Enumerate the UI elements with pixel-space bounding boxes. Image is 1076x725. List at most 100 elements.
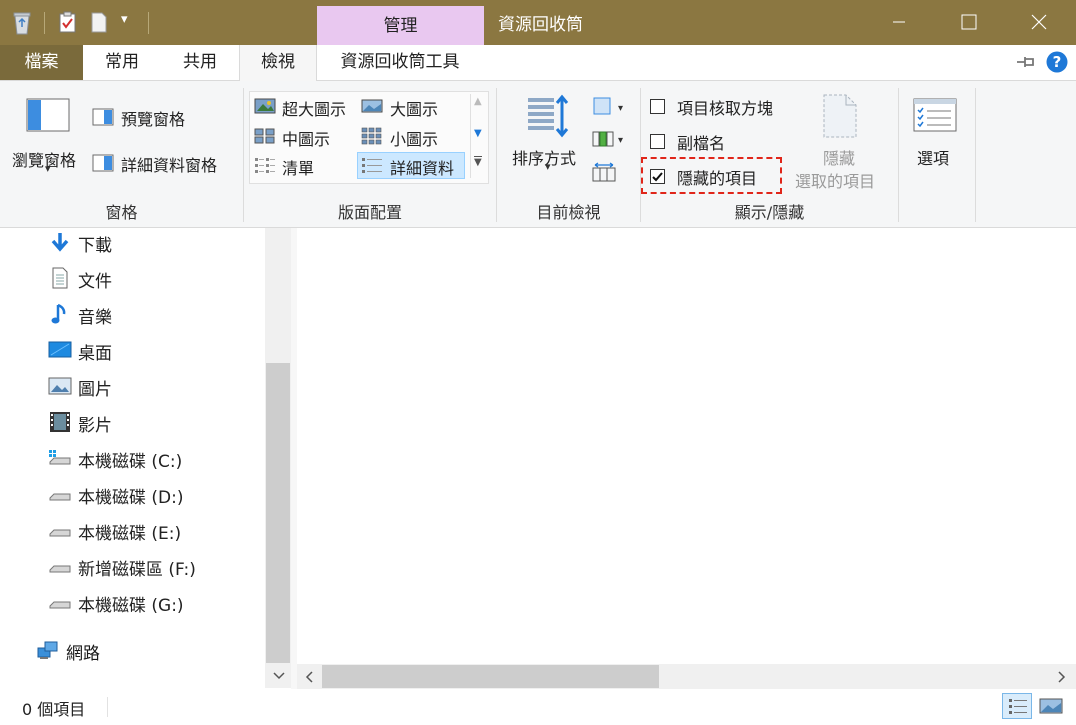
hide-selected-icon — [823, 94, 857, 138]
gallery-down-icon[interactable]: ▼ — [474, 128, 482, 139]
sort-by-button[interactable]: 排序方式 ▾ — [505, 90, 587, 190]
gallery-more-icon[interactable]: ▼ — [474, 156, 482, 168]
size-columns-button[interactable] — [592, 162, 618, 184]
new-folder-icon[interactable] — [91, 12, 107, 33]
close-icon[interactable] — [1004, 0, 1074, 45]
details-view-button[interactable] — [1002, 693, 1032, 719]
drive-icon — [49, 601, 71, 609]
nav-item-videos[interactable]: 影片 — [0, 404, 265, 440]
item-checkboxes-toggle[interactable]: 項目核取方塊 — [650, 94, 790, 118]
details-pane-label: 詳細資料窗格 — [121, 156, 218, 175]
large-icons-view-button[interactable] — [1036, 693, 1066, 719]
layout-large-icons[interactable]: 大圖示 — [359, 94, 466, 119]
properties-icon[interactable] — [59, 11, 77, 33]
tab-file[interactable]: 檔案 — [0, 45, 83, 80]
gallery-up-icon[interactable]: ▲ — [474, 96, 482, 107]
large-icons-view-icon — [1039, 698, 1063, 714]
nav-item-label: 圖片 — [78, 380, 112, 400]
add-columns-icon: ▾ — [592, 131, 623, 147]
hidden-items-label: 隱藏的項目 — [677, 169, 758, 188]
customize-qat-dropdown-icon[interactable]: ▾ — [121, 12, 128, 27]
preview-pane-label: 預覽窗格 — [121, 110, 186, 129]
recycle-bin-icon[interactable] — [10, 10, 34, 36]
small-icons-label: 小圖示 — [390, 130, 439, 149]
navigation-pane-button[interactable]: 瀏覽窗格 ▾ — [6, 90, 90, 200]
nav-item-desktop[interactable]: 桌面 — [0, 332, 265, 368]
scroll-right-icon[interactable] — [1052, 667, 1070, 687]
group-by-button[interactable]: ▾ — [592, 96, 628, 118]
nav-item-label: 本機磁碟 (E:) — [78, 524, 182, 544]
pin-ribbon-icon[interactable] — [1015, 54, 1037, 70]
file-extensions-toggle[interactable]: 副檔名 — [650, 129, 790, 153]
scroll-down-icon[interactable] — [268, 666, 290, 686]
tab-home[interactable]: 常用 — [83, 45, 161, 80]
file-list-area[interactable] — [297, 228, 1076, 664]
nav-item-drive-f[interactable]: 新增磁碟區 (F:) — [0, 548, 265, 584]
layout-list[interactable]: 清單 — [252, 153, 356, 178]
details-icon — [362, 158, 382, 173]
horizontal-scrollbar-thumb[interactable] — [322, 665, 659, 688]
nav-item-label: 本機磁碟 (D:) — [78, 488, 184, 508]
svg-text:▾: ▾ — [618, 135, 623, 146]
nav-item-label: 本機磁碟 (G:) — [78, 596, 184, 616]
add-columns-button[interactable]: ▾ — [592, 128, 628, 150]
music-icon — [51, 303, 66, 324]
hidden-items-toggle[interactable]: 隱藏的項目 — [650, 164, 775, 188]
extra-large-icons-icon — [254, 98, 276, 114]
tab-recycle-bin-tools[interactable]: 資源回收筒工具 — [316, 45, 484, 80]
hide-selected-label-1: 隱藏 — [823, 149, 856, 168]
preview-pane-icon — [92, 108, 114, 126]
nav-item-label: 下載 — [78, 236, 112, 256]
nav-item-drive-d[interactable]: 本機磁碟 (D:) — [0, 476, 265, 512]
scroll-left-icon[interactable] — [301, 667, 319, 687]
nav-item-drive-g[interactable]: 本機磁碟 (G:) — [0, 584, 265, 620]
download-icon — [51, 233, 69, 252]
nav-item-pictures[interactable]: 圖片 — [0, 368, 265, 404]
details-pane-button[interactable]: 詳細資料窗格 — [92, 150, 237, 176]
hide-selected-items-button[interactable]: 隱藏 選取的項目 — [793, 92, 889, 191]
chevron-down-icon: ▾ — [545, 160, 551, 173]
group-by-icon: ▾ — [593, 97, 623, 115]
help-icon[interactable]: ? — [1046, 51, 1068, 73]
layout-extra-large-icons[interactable]: 超大圖示 — [252, 94, 356, 119]
layout-group-label: 版面配置 — [337, 203, 402, 222]
svg-text:?: ? — [1053, 53, 1062, 71]
medium-icons-icon — [254, 128, 275, 144]
panes-group-label: 窗格 — [105, 203, 138, 222]
sort-by-label: 排序方式 — [512, 149, 577, 168]
nav-item-label: 桌面 — [78, 344, 112, 364]
details-pane-icon — [92, 154, 114, 172]
preview-pane-button[interactable]: 預覽窗格 — [92, 104, 237, 130]
checkmark-icon — [652, 172, 663, 182]
videos-icon — [50, 412, 70, 432]
nav-item-network[interactable]: 網路 — [0, 632, 265, 668]
document-icon — [52, 267, 68, 289]
large-icons-label: 大圖示 — [390, 100, 439, 119]
nav-item-drive-c[interactable]: 本機磁碟 (C:) — [0, 440, 265, 476]
layout-details[interactable]: 詳細資料 — [357, 152, 465, 179]
minimize-icon[interactable] — [864, 0, 934, 45]
nav-item-downloads[interactable]: 下載 — [0, 224, 265, 260]
hidden-items-checkbox[interactable] — [650, 169, 665, 184]
options-button[interactable]: 選項 — [905, 90, 967, 190]
options-icon — [913, 98, 957, 132]
nav-item-label: 音樂 — [78, 308, 112, 328]
nav-item-label: 網路 — [66, 644, 100, 664]
nav-item-label: 新增磁碟區 (F:) — [78, 560, 196, 580]
pictures-icon — [48, 377, 72, 395]
layout-small-icons[interactable]: 小圖示 — [359, 124, 466, 149]
drive-icon — [49, 565, 71, 573]
nav-scrollbar-thumb[interactable] — [266, 363, 290, 663]
nav-item-music[interactable]: 音樂 — [0, 296, 265, 332]
show-hide-group-label: 顯示/隱藏 — [734, 203, 805, 222]
nav-item-drive-e[interactable]: 本機磁碟 (E:) — [0, 512, 265, 548]
tab-manage[interactable]: 管理 — [317, 6, 484, 45]
maximize-icon[interactable] — [934, 0, 1004, 45]
layout-gallery-scroll[interactable]: ▲ ▼ ▼ — [470, 94, 486, 178]
tab-view[interactable]: 檢視 — [239, 45, 317, 81]
layout-medium-icons[interactable]: 中圖示 — [252, 124, 356, 149]
nav-item-documents[interactable]: 文件 — [0, 260, 265, 296]
tab-share[interactable]: 共用 — [161, 45, 239, 80]
file-extensions-checkbox[interactable] — [650, 134, 665, 149]
item-checkboxes-checkbox[interactable] — [650, 99, 665, 114]
